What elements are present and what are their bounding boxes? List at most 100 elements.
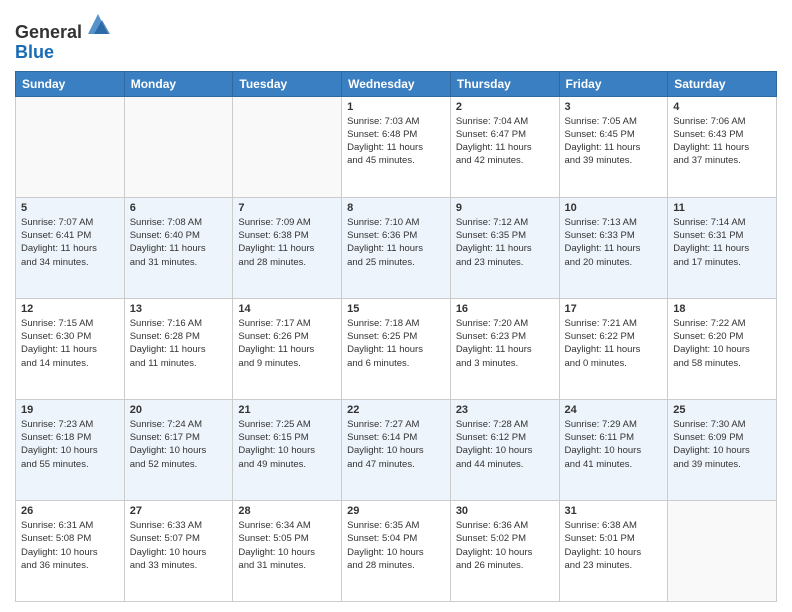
day-info: Sunrise: 7:12 AM Sunset: 6:35 PM Dayligh… (456, 216, 554, 269)
day-number: 23 (456, 404, 554, 416)
day-info: Sunrise: 7:27 AM Sunset: 6:14 PM Dayligh… (347, 418, 445, 471)
day-number: 29 (347, 505, 445, 517)
day-number: 20 (130, 404, 228, 416)
day-info: Sunrise: 6:31 AM Sunset: 5:08 PM Dayligh… (21, 519, 119, 572)
day-info: Sunrise: 7:24 AM Sunset: 6:17 PM Dayligh… (130, 418, 228, 471)
day-number: 16 (456, 303, 554, 315)
calendar-cell: 15 Sunrise: 7:18 AM Sunset: 6:25 PM Dayli… (342, 298, 451, 399)
calendar-cell: 21 Sunrise: 7:25 AM Sunset: 6:15 PM Dayli… (233, 399, 342, 500)
calendar-cell: 4Sunrise: 7:06 AM Sunset: 6:43 PM Daylig… (668, 96, 777, 197)
day-number: 4 (673, 101, 771, 113)
calendar-cell: 27 Sunrise: 6:33 AM Sunset: 5:07 PM Dayli… (124, 500, 233, 601)
day-number: 10 (565, 202, 663, 214)
day-info: Sunrise: 7:15 AM Sunset: 6:30 PM Dayligh… (21, 317, 119, 370)
calendar-week-4: 19 Sunrise: 7:23 AM Sunset: 6:18 PM Dayli… (16, 399, 777, 500)
calendar-cell: 8 Sunrise: 7:10 AM Sunset: 6:36 PM Daylig… (342, 197, 451, 298)
calendar-cell: 11 Sunrise: 7:14 AM Sunset: 6:31 PM Dayli… (668, 197, 777, 298)
day-info: Sunrise: 6:35 AM Sunset: 5:04 PM Dayligh… (347, 519, 445, 572)
day-info: Sunrise: 7:29 AM Sunset: 6:11 PM Dayligh… (565, 418, 663, 471)
calendar-cell: 22 Sunrise: 7:27 AM Sunset: 6:14 PM Dayli… (342, 399, 451, 500)
calendar-header-sunday: Sunday (16, 71, 125, 96)
calendar-cell: 17 Sunrise: 7:21 AM Sunset: 6:22 PM Dayli… (559, 298, 668, 399)
logo-icon (84, 10, 112, 38)
calendar-cell: 24 Sunrise: 7:29 AM Sunset: 6:11 PM Dayli… (559, 399, 668, 500)
day-number: 17 (565, 303, 663, 315)
calendar-cell: 2Sunrise: 7:04 AM Sunset: 6:47 PM Daylig… (450, 96, 559, 197)
calendar-cell (233, 96, 342, 197)
calendar-cell: 6 Sunrise: 7:08 AM Sunset: 6:40 PM Daylig… (124, 197, 233, 298)
calendar-cell: 28Sunrise: 6:34 AM Sunset: 5:05 PM Dayli… (233, 500, 342, 601)
day-number: 27 (130, 505, 228, 517)
calendar-cell: 25Sunrise: 7:30 AM Sunset: 6:09 PM Dayli… (668, 399, 777, 500)
calendar-cell: 18Sunrise: 7:22 AM Sunset: 6:20 PM Dayli… (668, 298, 777, 399)
day-info: Sunrise: 7:30 AM Sunset: 6:09 PM Dayligh… (673, 418, 771, 471)
calendar-header-saturday: Saturday (668, 71, 777, 96)
calendar-cell: 1Sunrise: 7:03 AM Sunset: 6:48 PM Daylig… (342, 96, 451, 197)
day-info: Sunrise: 7:10 AM Sunset: 6:36 PM Dayligh… (347, 216, 445, 269)
calendar-cell: 29 Sunrise: 6:35 AM Sunset: 5:04 PM Dayli… (342, 500, 451, 601)
day-info: Sunrise: 7:28 AM Sunset: 6:12 PM Dayligh… (456, 418, 554, 471)
calendar-week-3: 12 Sunrise: 7:15 AM Sunset: 6:30 PM Dayli… (16, 298, 777, 399)
calendar-cell: 14 Sunrise: 7:17 AM Sunset: 6:26 PM Dayli… (233, 298, 342, 399)
day-number: 22 (347, 404, 445, 416)
calendar-cell: 30Sunrise: 6:36 AM Sunset: 5:02 PM Dayli… (450, 500, 559, 601)
day-number: 30 (456, 505, 554, 517)
day-info: Sunrise: 7:23 AM Sunset: 6:18 PM Dayligh… (21, 418, 119, 471)
day-info: Sunrise: 6:33 AM Sunset: 5:07 PM Dayligh… (130, 519, 228, 572)
day-info: Sunrise: 7:18 AM Sunset: 6:25 PM Dayligh… (347, 317, 445, 370)
day-number: 9 (456, 202, 554, 214)
day-number: 26 (21, 505, 119, 517)
day-info: Sunrise: 7:16 AM Sunset: 6:28 PM Dayligh… (130, 317, 228, 370)
calendar-cell (16, 96, 125, 197)
calendar-cell: 19 Sunrise: 7:23 AM Sunset: 6:18 PM Dayli… (16, 399, 125, 500)
day-info: Sunrise: 7:20 AM Sunset: 6:23 PM Dayligh… (456, 317, 554, 370)
calendar-cell (668, 500, 777, 601)
day-number: 12 (21, 303, 119, 315)
day-info: Sunrise: 7:08 AM Sunset: 6:40 PM Dayligh… (130, 216, 228, 269)
day-number: 5 (21, 202, 119, 214)
day-number: 19 (21, 404, 119, 416)
calendar-cell: 7 Sunrise: 7:09 AM Sunset: 6:38 PM Daylig… (233, 197, 342, 298)
day-number: 24 (565, 404, 663, 416)
calendar-cell (124, 96, 233, 197)
day-number: 2 (456, 101, 554, 113)
day-info: Sunrise: 7:14 AM Sunset: 6:31 PM Dayligh… (673, 216, 771, 269)
day-number: 6 (130, 202, 228, 214)
calendar-header-friday: Friday (559, 71, 668, 96)
logo-general-text: General (15, 22, 82, 42)
calendar-cell: 16 Sunrise: 7:20 AM Sunset: 6:23 PM Dayli… (450, 298, 559, 399)
day-number: 21 (238, 404, 336, 416)
calendar-cell: 20 Sunrise: 7:24 AM Sunset: 6:17 PM Dayli… (124, 399, 233, 500)
calendar-week-5: 26 Sunrise: 6:31 AM Sunset: 5:08 PM Dayli… (16, 500, 777, 601)
calendar-cell: 31 Sunrise: 6:38 AM Sunset: 5:01 PM Dayli… (559, 500, 668, 601)
header: General Blue (15, 10, 777, 63)
calendar-cell: 13 Sunrise: 7:16 AM Sunset: 6:28 PM Dayli… (124, 298, 233, 399)
day-info: Sunrise: 7:13 AM Sunset: 6:33 PM Dayligh… (565, 216, 663, 269)
day-info: Sunrise: 7:09 AM Sunset: 6:38 PM Dayligh… (238, 216, 336, 269)
day-info: Sunrise: 7:17 AM Sunset: 6:26 PM Dayligh… (238, 317, 336, 370)
day-info: Sunrise: 7:21 AM Sunset: 6:22 PM Dayligh… (565, 317, 663, 370)
calendar-cell: 10 Sunrise: 7:13 AM Sunset: 6:33 PM Dayli… (559, 197, 668, 298)
day-info: Sunrise: 7:03 AM Sunset: 6:48 PM Dayligh… (347, 115, 445, 168)
day-number: 15 (347, 303, 445, 315)
calendar-cell: 9 Sunrise: 7:12 AM Sunset: 6:35 PM Daylig… (450, 197, 559, 298)
day-info: Sunrise: 7:25 AM Sunset: 6:15 PM Dayligh… (238, 418, 336, 471)
calendar-week-2: 5Sunrise: 7:07 AM Sunset: 6:41 PM Daylig… (16, 197, 777, 298)
calendar-cell: 3Sunrise: 7:05 AM Sunset: 6:45 PM Daylig… (559, 96, 668, 197)
day-number: 13 (130, 303, 228, 315)
calendar-cell: 5Sunrise: 7:07 AM Sunset: 6:41 PM Daylig… (16, 197, 125, 298)
calendar-header-tuesday: Tuesday (233, 71, 342, 96)
calendar-cell: 26 Sunrise: 6:31 AM Sunset: 5:08 PM Dayli… (16, 500, 125, 601)
logo-blue-text: Blue (15, 42, 54, 62)
day-number: 14 (238, 303, 336, 315)
day-number: 7 (238, 202, 336, 214)
calendar-cell: 12 Sunrise: 7:15 AM Sunset: 6:30 PM Dayli… (16, 298, 125, 399)
day-number: 11 (673, 202, 771, 214)
day-info: Sunrise: 7:05 AM Sunset: 6:45 PM Dayligh… (565, 115, 663, 168)
page: General Blue SundayMondayTuesdayWednesda… (0, 0, 792, 612)
calendar-header-thursday: Thursday (450, 71, 559, 96)
day-info: Sunrise: 6:38 AM Sunset: 5:01 PM Dayligh… (565, 519, 663, 572)
day-number: 8 (347, 202, 445, 214)
day-number: 31 (565, 505, 663, 517)
calendar-week-1: 1Sunrise: 7:03 AM Sunset: 6:48 PM Daylig… (16, 96, 777, 197)
